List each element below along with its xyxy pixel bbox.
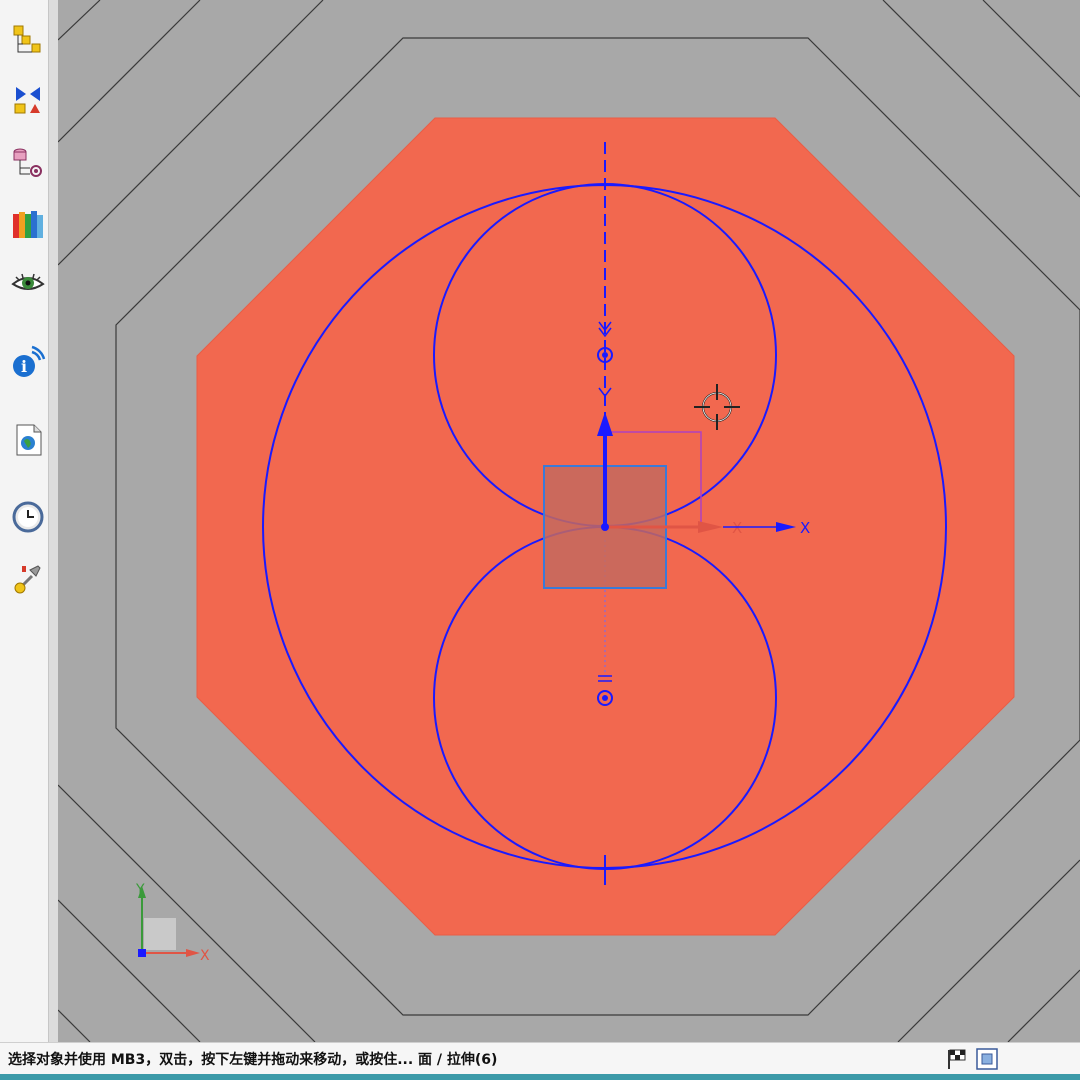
visualization-eye-icon[interactable]	[10, 266, 46, 302]
triad-y-label: Y	[135, 882, 145, 898]
window-bottom-border	[0, 1074, 1080, 1080]
information-icon[interactable]: i	[10, 344, 46, 380]
lower-center-dot	[602, 695, 608, 701]
history-clock-icon[interactable]	[10, 499, 46, 535]
upper-center-dot	[602, 352, 608, 358]
graphics-window[interactable]: X X Y X	[58, 0, 1080, 1042]
triad-x-label: X	[200, 948, 210, 964]
constraint-navigator-icon[interactable]	[10, 82, 46, 118]
status-icons	[946, 1047, 1002, 1075]
csys-origin[interactable]	[601, 523, 609, 531]
resource-bar-edge	[48, 0, 58, 1042]
fit-view-icon[interactable]	[976, 1048, 998, 1070]
part-navigator-icon[interactable]	[10, 144, 46, 180]
sketch-x-label: X	[800, 519, 810, 537]
assembly-navigator-icon[interactable]	[10, 22, 46, 58]
svg-text:i: i	[21, 357, 27, 376]
model-view[interactable]: X X Y X	[58, 0, 1080, 1042]
x-axis-label-secondary: X	[732, 519, 742, 537]
resource-bar: i	[0, 0, 58, 1042]
reuse-library-icon[interactable]	[10, 206, 46, 242]
web-browser-icon[interactable]	[10, 422, 46, 458]
status-message: 选择对象并使用 MB3，双击，按下左键并拖动来移动，或按住... 面 / 拉伸(…	[8, 1052, 498, 1068]
process-studio-icon[interactable]	[10, 560, 46, 596]
status-bar: 选择对象并使用 MB3，双击，按下左键并拖动来移动，或按住... 面 / 拉伸(…	[0, 1042, 1080, 1074]
finish-sketch-flag-icon[interactable]	[948, 1049, 966, 1069]
